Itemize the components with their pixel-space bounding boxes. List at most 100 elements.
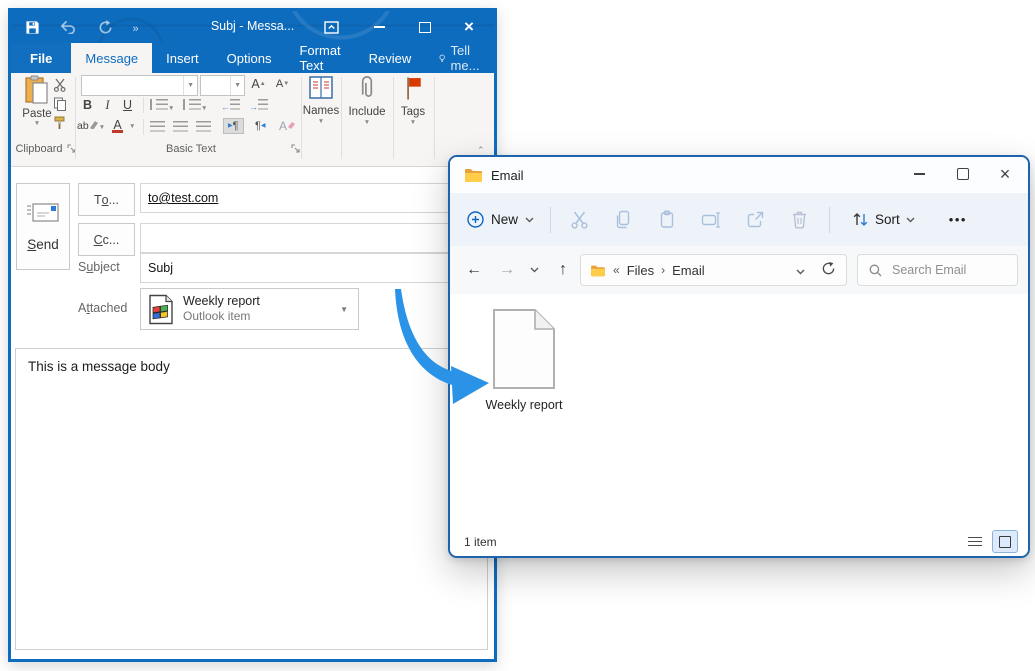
clipboard-group-label: Clipboard [13,143,65,157]
tab-tell-me-label: Tell me... [451,43,484,73]
ribbon-display-options-icon[interactable] [314,11,348,43]
minimize-button[interactable] [362,11,396,43]
eraser-icon [287,121,296,130]
up-icon[interactable]: ↑ [549,256,577,284]
subject-field[interactable] [140,253,487,283]
explorer-statusbar: 1 item [450,527,1028,556]
share-button[interactable] [733,201,777,239]
tab-message[interactable]: Message [71,43,152,73]
tags-dropdown-icon: ▼ [410,119,416,126]
names-label: Names [303,105,339,117]
address-box[interactable]: « Files › Email [580,254,847,286]
send-label: Send [27,237,59,252]
align-right-icon[interactable] [196,121,211,132]
bullet-list-icon[interactable]: ▼ [150,99,174,113]
tab-insert[interactable]: Insert [152,43,213,73]
see-more-icon[interactable]: ••• [949,212,967,227]
address-book-icon [307,75,335,101]
new-button[interactable]: New [467,211,534,228]
to-button[interactable]: To... [78,183,135,216]
right-to-left-button[interactable]: ¶◀ [252,119,269,133]
file-explorer-window: Email × New [448,155,1030,558]
attachment-chip[interactable]: Weekly report Outlook item ▼ [140,288,359,330]
left-to-right-button[interactable]: ▶¶ [223,118,244,134]
paste-dropdown-icon: ▼ [34,120,40,127]
cut-icon[interactable] [51,76,69,94]
increase-indent-icon[interactable]: → [249,99,268,113]
attached-label: Attached [78,301,127,315]
names-button[interactable]: Names ▼ [304,75,338,125]
font-name-combo[interactable]: ▼ [81,75,198,96]
maximize-button[interactable] [408,11,442,43]
font-color-button[interactable]: A [112,118,123,133]
tab-options[interactable]: Options [213,43,286,73]
tab-review[interactable]: Review [355,43,426,73]
clipboard-dialog-launcher-icon[interactable] [67,144,78,155]
delete-button[interactable] [777,201,821,239]
cut-button[interactable] [557,201,601,239]
font-color-dropdown-icon[interactable]: ▼ [129,123,135,130]
paste-icon [24,75,50,105]
italic-button[interactable]: I [99,96,116,114]
send-button[interactable]: Send [16,183,70,270]
numbered-list-icon[interactable]: ▼ [183,99,207,113]
tab-format-text[interactable]: Format Text [285,43,354,73]
cc-field[interactable] [140,223,487,253]
clear-formatting-button[interactable]: A [279,119,296,133]
shrink-font-button[interactable]: A▼ [274,75,291,93]
tags-button[interactable]: Tags ▼ [396,75,430,126]
breadcrumb-chevron: › [661,263,665,277]
chevron-down-icon [906,217,915,223]
attachment-name: Weekly report [183,294,260,309]
explorer-close-button[interactable]: × [984,157,1026,191]
close-button[interactable]: × [452,11,486,43]
ribbon-tab-bar: File Message Insert Options Format Text … [11,43,494,73]
address-dropdown-icon[interactable] [796,263,805,278]
search-icon [869,264,882,277]
refresh-icon[interactable] [821,261,836,279]
copy-icon[interactable] [51,95,69,113]
rename-button[interactable] [689,201,733,239]
new-label: New [491,212,518,227]
cc-button[interactable]: Cc... [78,223,135,256]
ribbon: Paste ▼ Clipboard ▼ ▼ A▲ A▼ B I [11,73,494,167]
search-input[interactable] [890,262,1004,278]
explorer-maximize-button[interactable] [942,157,984,191]
paperclip-icon [358,75,376,102]
bold-button[interactable]: B [79,96,96,114]
explorer-window-title: Email [491,168,524,183]
include-button[interactable]: Include ▼ [344,75,390,126]
paste-button[interactable] [645,201,689,239]
include-label: Include [348,106,385,118]
subject-label: Subject [78,260,120,274]
sort-label: Sort [875,212,900,227]
decrease-indent-icon[interactable]: ← [221,99,240,113]
tab-tell-me[interactable]: Tell me... [425,43,497,73]
align-left-icon[interactable] [150,121,165,132]
attachment-dropdown-icon[interactable]: ▼ [340,305,348,314]
names-dropdown-icon: ▼ [318,118,324,125]
underline-button[interactable]: U [119,96,136,114]
grow-font-button[interactable]: A▲ [250,75,267,93]
to-field[interactable] [140,183,487,213]
breadcrumb-files[interactable]: Files [627,263,654,278]
explorer-address-bar: ← → ↑ « Files › Email [450,246,1028,295]
back-icon[interactable]: ← [460,256,488,284]
copy-button[interactable] [601,201,645,239]
font-size-combo[interactable]: ▼ [200,75,245,96]
screenshot-stage: » Subj - Messa... × File Message Insert … [0,0,1035,671]
forward-icon[interactable]: → [493,256,521,284]
tab-file[interactable]: File [11,43,71,73]
recent-locations-icon[interactable] [523,256,545,284]
tags-label: Tags [401,106,425,118]
breadcrumb-email[interactable]: Email [672,263,705,278]
highlight-pen-icon [89,119,99,129]
details-view-icon[interactable] [968,537,982,547]
explorer-minimize-button[interactable] [898,157,940,191]
format-painter-icon[interactable] [51,114,69,132]
align-center-icon[interactable] [173,121,188,132]
large-icons-view-icon[interactable] [992,530,1018,553]
highlight-button[interactable]: ab▼ [77,119,105,132]
sort-button[interactable]: Sort [852,211,915,228]
search-box[interactable] [857,254,1018,286]
